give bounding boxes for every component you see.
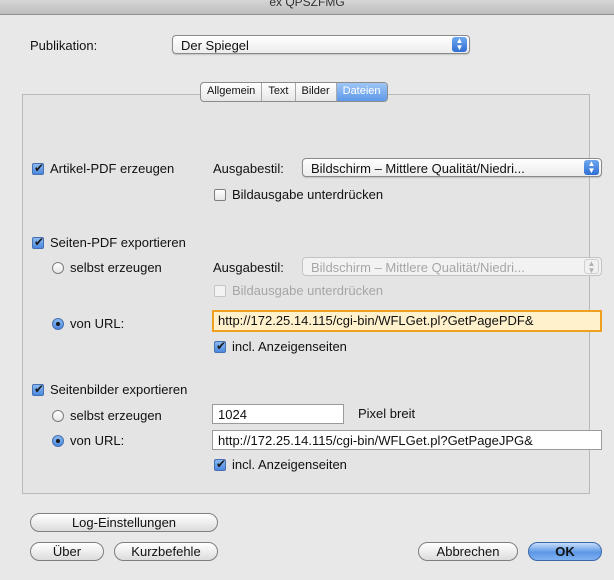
window-titlebar: ex QPSZFMG bbox=[0, 0, 614, 15]
seiten-ausgabestil-select[interactable]: Bildschirm – Mittlere Qualität/Niedri...… bbox=[302, 257, 602, 276]
tab-dateien[interactable]: Dateien bbox=[336, 83, 387, 101]
seiten-pdf-selbst-radio[interactable] bbox=[52, 262, 64, 274]
publikation-value: Der Spiegel bbox=[181, 38, 249, 53]
seitenbilder-selbst-radio[interactable] bbox=[52, 410, 64, 422]
seitenbilder-incl-label: incl. Anzeigenseiten bbox=[232, 457, 347, 472]
seiten-ausgabestil-label: Ausgabestil: bbox=[213, 260, 284, 275]
seitenbilder-url-input[interactable]: http://172.25.14.115/cgi-bin/WFLGet.pl?G… bbox=[212, 430, 602, 450]
seitenbilder-url-label: von URL: bbox=[70, 433, 125, 448]
artikel-bildausgabe-label: Bildausgabe unterdrücken bbox=[232, 187, 384, 202]
popup-arrows-icon: ▲ ▼ bbox=[584, 259, 599, 275]
kurzbefehle-button[interactable]: Kurzbefehle bbox=[114, 542, 218, 561]
artikel-ausgabestil-value: Bildschirm – Mittlere Qualität/Niedri... bbox=[311, 161, 525, 176]
seiten-pdf-url-label: von URL: bbox=[70, 316, 125, 331]
seitenbilder-url-radio[interactable] bbox=[52, 435, 64, 447]
seiten-pdf-checkbox[interactable] bbox=[32, 235, 44, 249]
seiten-pdf-url-radio[interactable] bbox=[52, 318, 64, 330]
pixel-unit-label: Pixel breit bbox=[358, 406, 416, 421]
seitenbilder-incl-checkbox[interactable] bbox=[214, 457, 226, 471]
popup-arrows-icon: ▲ ▼ bbox=[584, 160, 599, 175]
log-einstellungen-button[interactable]: Log-Einstellungen bbox=[30, 513, 218, 532]
abbrechen-button[interactable]: Abbrechen bbox=[418, 542, 518, 561]
seiten-pdf-label: Seiten-PDF exportieren bbox=[50, 235, 186, 250]
tab-allgemein[interactable]: Allgemein bbox=[201, 83, 263, 101]
tab-text[interactable]: Text bbox=[262, 83, 296, 101]
seitenbilder-checkbox[interactable] bbox=[32, 382, 44, 396]
seiten-ausgabestil-value: Bildschirm – Mittlere Qualität/Niedri... bbox=[311, 260, 525, 275]
pixel-width-input[interactable]: 1024 bbox=[212, 404, 344, 424]
seitenbilder-selbst-label: selbst erzeugen bbox=[70, 408, 162, 423]
popup-arrows-icon: ▲ ▼ bbox=[452, 37, 467, 52]
seiten-pdf-url-input[interactable]: http://172.25.14.115/cgi-bin/WFLGet.pl?G… bbox=[212, 310, 602, 332]
artikel-pdf-checkbox[interactable] bbox=[32, 161, 44, 175]
ok-button[interactable]: OK bbox=[528, 542, 602, 561]
artikel-bildausgabe-checkbox[interactable] bbox=[214, 189, 226, 201]
tab-bar: Allgemein Text Bilder Dateien bbox=[200, 82, 388, 102]
seiten-pdf-incl-label: incl. Anzeigenseiten bbox=[232, 339, 347, 354]
artikel-pdf-label: Artikel-PDF erzeugen bbox=[50, 161, 175, 176]
seiten-bildausgabe-checkbox[interactable] bbox=[214, 285, 226, 297]
seitenbilder-label: Seitenbilder exportieren bbox=[50, 382, 188, 397]
publikation-label: Publikation: bbox=[30, 38, 98, 53]
publikation-select[interactable]: Der Spiegel ▲ ▼ bbox=[172, 35, 470, 54]
tab-bilder[interactable]: Bilder bbox=[296, 83, 337, 101]
seiten-bildausgabe-label: Bildausgabe unterdrücken bbox=[232, 283, 384, 298]
artikel-ausgabestil-label: Ausgabestil: bbox=[213, 161, 284, 176]
seiten-pdf-incl-checkbox[interactable] bbox=[214, 339, 226, 353]
ueber-button[interactable]: Über bbox=[30, 542, 104, 561]
window-title: ex QPSZFMG bbox=[269, 0, 345, 9]
artikel-ausgabestil-select[interactable]: Bildschirm – Mittlere Qualität/Niedri...… bbox=[302, 158, 602, 177]
seiten-pdf-selbst-label: selbst erzeugen bbox=[70, 260, 162, 275]
